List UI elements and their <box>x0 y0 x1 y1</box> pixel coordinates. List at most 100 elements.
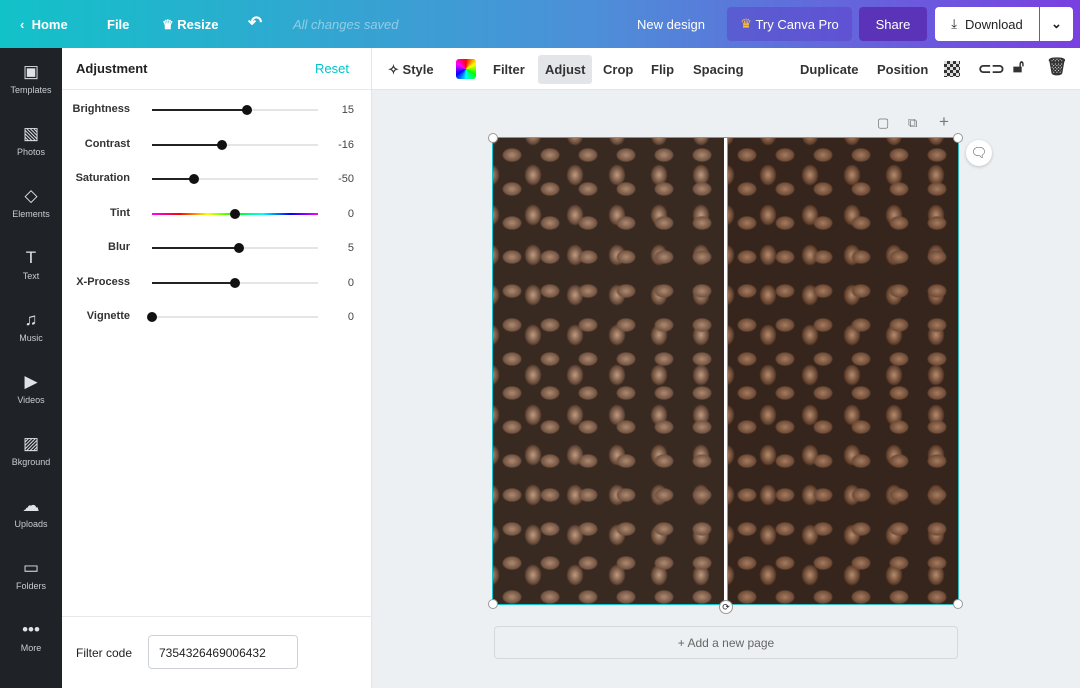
duplicate-button[interactable]: Duplicate <box>800 62 859 77</box>
copy-page-icon[interactable]: ⧉ <box>908 115 917 131</box>
slider-thumb[interactable] <box>234 243 245 253</box>
color-swatch[interactable] <box>456 59 476 79</box>
rotate-icon[interactable]: ⟳ <box>719 600 733 614</box>
adjust-button[interactable]: Adjust <box>538 55 593 84</box>
coffee-beans-image-right[interactable] <box>727 137 959 605</box>
crown-icon: ♛ <box>162 17 174 32</box>
resize-button[interactable]: ♛ Resize <box>162 17 218 33</box>
sidebar-item-videos[interactable]: ▶ Videos <box>0 358 62 420</box>
sidebar-item-label: Videos <box>17 395 45 405</box>
file-menu[interactable]: File <box>107 17 129 32</box>
slider-track[interactable] <box>152 208 318 219</box>
resize-handle[interactable] <box>488 599 498 609</box>
lock-icon[interactable]: 🔓︎ <box>1013 57 1024 77</box>
slider-label: Brightness <box>72 103 130 115</box>
sidebar-item-templates[interactable]: ▣ Templates <box>0 48 62 110</box>
spacing-button[interactable]: Spacing <box>693 62 744 77</box>
share-button[interactable]: Share <box>859 7 927 41</box>
design-page[interactable]: ⟳ <box>488 133 963 614</box>
sidebar-item-photos[interactable]: ▧ Photos <box>0 110 62 172</box>
slider-track[interactable] <box>152 139 318 150</box>
panel-title: Adjustment <box>76 61 148 76</box>
slider-thumb[interactable] <box>230 277 240 288</box>
style-button[interactable]: ✧ Style <box>388 62 434 78</box>
download-button[interactable]: ⤓ Download <box>935 7 1039 41</box>
sidebar-item-folders[interactable]: ▭ Folders <box>0 544 62 606</box>
slider-track[interactable] <box>152 174 318 184</box>
sidebar-item-music[interactable]: ♫ Music <box>0 296 62 358</box>
add-page-icon[interactable]: + <box>939 112 949 132</box>
sidebar-item-label: Photos <box>16 147 46 157</box>
photos-icon: ▧ <box>22 124 40 143</box>
sidebar-item-label: Uploads <box>14 519 48 529</box>
slider-row-vignette: Vignette 0 <box>62 307 372 327</box>
resize-handle[interactable] <box>488 133 498 143</box>
try-pro-label: Try Canva Pro <box>755 16 839 32</box>
flip-button[interactable]: Flip <box>651 62 674 77</box>
image-toolbar: ✧ Style Filter Adjust Crop Flip Spacing … <box>372 48 1080 90</box>
text-icon: T <box>25 248 37 267</box>
sparkle-icon: ✧ <box>388 62 399 77</box>
sidebar: ▣ Templates ▧ Photos ◇ Elements T Text ♫ Music ▶ Vi… <box>0 48 62 688</box>
slider-track[interactable] <box>152 243 318 253</box>
slider-row-tint: Tint 0 <box>62 204 372 224</box>
crop-button[interactable]: Crop <box>603 62 633 77</box>
resize-handle[interactable] <box>953 133 963 143</box>
sidebar-item-label: Elements <box>12 209 50 219</box>
slider-fill <box>152 178 194 180</box>
slider-row-saturation: Saturation -50 <box>62 169 372 189</box>
slider-row-blur: Blur 5 <box>62 238 372 258</box>
download-options-chevron-icon[interactable]: ⌄ <box>1040 7 1073 41</box>
slider-track[interactable] <box>147 312 318 322</box>
slider-label: Contrast <box>84 137 130 150</box>
slider-value: 0 <box>347 207 354 220</box>
link-icon[interactable]: ⊂⊃ <box>978 59 1005 79</box>
try-canva-pro-button[interactable]: ♛ Try Canva Pro <box>727 7 852 41</box>
sidebar-item-elements[interactable]: ◇ Elements <box>0 172 62 234</box>
top-bar: ‹ Home File ♛ Resize ↶ All changes saved… <box>0 0 1080 48</box>
slider-label: Blur <box>108 241 130 253</box>
position-button[interactable]: Position <box>877 62 928 77</box>
transparency-icon[interactable] <box>944 61 960 77</box>
slider-thumb[interactable] <box>147 312 157 322</box>
filter-code-input[interactable]: 7354326469006432 <box>148 635 298 669</box>
sidebar-item-more[interactable]: ••• More <box>0 606 62 668</box>
home-button[interactable]: ‹ Home <box>20 17 68 32</box>
sidebar-item-label: More <box>20 643 42 653</box>
slider-fill <box>152 109 248 111</box>
slider-thumb[interactable] <box>216 139 227 150</box>
add-new-page-button[interactable]: + Add a new page <box>494 626 958 659</box>
music-icon: ♫ <box>24 310 38 329</box>
slider-row-x-process: X-Process 0 <box>62 273 372 293</box>
comment-icon[interactable]: 🗨︎ <box>966 140 992 166</box>
resize-handle[interactable] <box>953 599 963 609</box>
filter-code-section: Filter code 7354326469006432 <box>62 616 372 688</box>
notes-icon[interactable]: ▢ <box>877 115 889 131</box>
slider-track[interactable] <box>152 277 318 288</box>
sidebar-item-text[interactable]: T Text <box>0 234 62 296</box>
slider-label: Vignette <box>86 310 130 322</box>
slider-value: -16 <box>338 138 354 151</box>
slider-row-brightness: Brightness 15 <box>62 100 372 120</box>
filter-code-label: Filter code <box>76 646 133 660</box>
filter-button[interactable]: Filter <box>493 62 525 77</box>
reset-button[interactable]: Reset <box>315 61 349 76</box>
more-icon: ••• <box>22 620 40 639</box>
undo-icon[interactable]: ↶ <box>248 13 262 33</box>
new-design-button[interactable]: New design <box>637 17 705 32</box>
trash-icon[interactable]: 🗑︎ <box>1046 57 1068 77</box>
coffee-beans-image-left[interactable] <box>493 138 724 604</box>
sidebar-item-bkground[interactable]: ▨ Bkground <box>0 420 62 482</box>
slider-thumb[interactable] <box>230 208 240 219</box>
slider-label: Tint <box>110 206 130 219</box>
sidebar-item-label: Folders <box>15 581 46 591</box>
slider-thumb[interactable] <box>242 105 253 115</box>
slider-value: 5 <box>347 242 354 254</box>
slider-track[interactable] <box>152 105 318 115</box>
slider-value: 0 <box>347 311 354 323</box>
sidebar-item-label: Templates <box>10 85 52 95</box>
slider-fill <box>152 281 235 284</box>
slider-thumb[interactable] <box>188 174 199 184</box>
slider-label: X-Process <box>76 275 130 288</box>
sidebar-item-uploads[interactable]: ☁ Uploads <box>0 482 62 544</box>
